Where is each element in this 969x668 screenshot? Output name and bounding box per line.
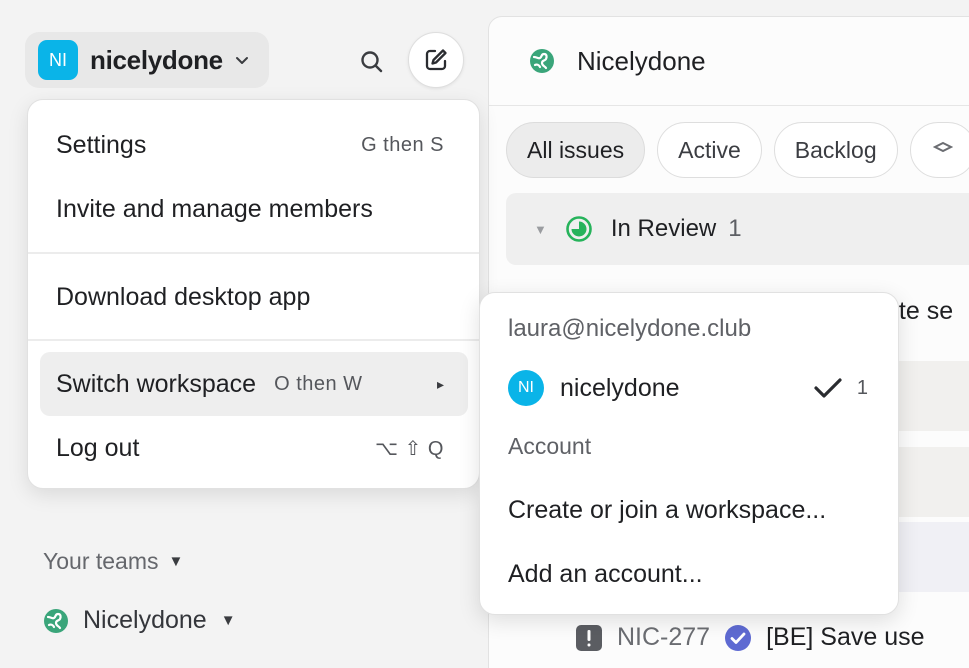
done-status-icon: [725, 624, 752, 651]
group-count: 1: [728, 215, 742, 242]
your-teams-label: Your teams: [43, 548, 159, 574]
globe-icon: [44, 608, 68, 633]
group-header-in-review[interactable]: ▼ In Review 1: [506, 193, 969, 265]
globe-icon: [530, 49, 554, 73]
group-label: In Review: [610, 215, 717, 242]
issue-id: NIC-277: [617, 623, 711, 651]
caret-down-icon: ▼: [534, 221, 547, 237]
issue-title: [BE] Save use: [766, 623, 925, 651]
in-review-status-icon: [566, 216, 592, 242]
submenu-workspace-nicelydone[interactable]: NI nicelydone 1: [508, 368, 868, 408]
chevron-down-icon: [235, 57, 248, 64]
menu-item-log-out[interactable]: Log out ⌥ ⇧ Q: [40, 416, 468, 480]
sidebar-team-nicelydone[interactable]: Nicelydone ▼: [43, 606, 236, 635]
workspace-name: nicelydone: [560, 373, 680, 402]
menu-item-label: Download desktop app: [56, 282, 311, 311]
submenu-item-create-or-join[interactable]: Create or join a workspace...: [508, 496, 826, 525]
submenu-item-add-account[interactable]: Add an account...: [508, 560, 703, 589]
main-header: Nicelydone: [489, 17, 969, 106]
menu-item-label: Settings: [56, 130, 147, 159]
workspace-name: nicelydone: [90, 44, 223, 75]
check-icon: [814, 378, 842, 398]
tab-all-issues[interactable]: All issues: [506, 122, 646, 178]
team-name: Nicelydone: [83, 606, 207, 634]
switch-workspace-submenu: laura@nicelydone.club NI nicelydone 1 Ac…: [479, 292, 899, 615]
menu-item-label: Log out: [56, 433, 140, 462]
shortcut-hint: ⌥ ⇧ Q: [375, 437, 444, 460]
caret-down-icon: ▼: [220, 612, 236, 629]
page-title: Nicelydone: [577, 45, 706, 76]
menu-item-settings[interactable]: Settings G then S: [40, 113, 468, 177]
menu-item-label: Switch workspace: [56, 369, 257, 398]
search-icon: [361, 51, 383, 73]
shortcut-hint: G then S: [361, 133, 444, 156]
urgent-priority-icon: [576, 624, 602, 651]
search-button[interactable]: [350, 40, 394, 84]
view-tabs: All issues Active Backlog: [506, 122, 969, 178]
shortcut-hint: O then W: [274, 372, 363, 395]
menu-item-invite-members[interactable]: Invite and manage members: [40, 177, 468, 241]
layers-icon: [932, 141, 953, 153]
menu-divider: [28, 339, 479, 341]
submenu-arrow-icon: ▸: [436, 375, 444, 392]
workspace-menu: Settings G then S Invite and manage memb…: [27, 99, 480, 489]
tab-active[interactable]: Active: [657, 122, 762, 178]
compose-icon: [425, 49, 447, 71]
tab-more[interactable]: [909, 122, 969, 178]
account-email: laura@nicelydone.club: [508, 315, 752, 342]
workspace-switcher[interactable]: NI nicelydone: [25, 32, 269, 88]
tab-backlog[interactable]: Backlog: [773, 122, 898, 178]
menu-item-label: Invite and manage members: [56, 194, 373, 223]
submenu-section-label: Account: [508, 433, 592, 459]
workspace-avatar: NI: [38, 40, 78, 80]
caret-down-icon: ▼: [168, 553, 184, 570]
menu-item-switch-workspace[interactable]: Switch workspace O then W ▸: [40, 352, 468, 416]
menu-divider: [28, 252, 479, 254]
shortcut-hint: 1: [856, 376, 868, 399]
your-teams-heading[interactable]: Your teams ▼: [43, 548, 183, 575]
menu-item-download-desktop-app[interactable]: Download desktop app: [40, 265, 468, 329]
table-row[interactable]: NIC-277 [BE] Save use: [575, 623, 925, 652]
new-issue-button[interactable]: [408, 32, 464, 88]
selected-indicator: 1: [813, 376, 868, 400]
workspace-avatar: NI: [508, 370, 544, 406]
